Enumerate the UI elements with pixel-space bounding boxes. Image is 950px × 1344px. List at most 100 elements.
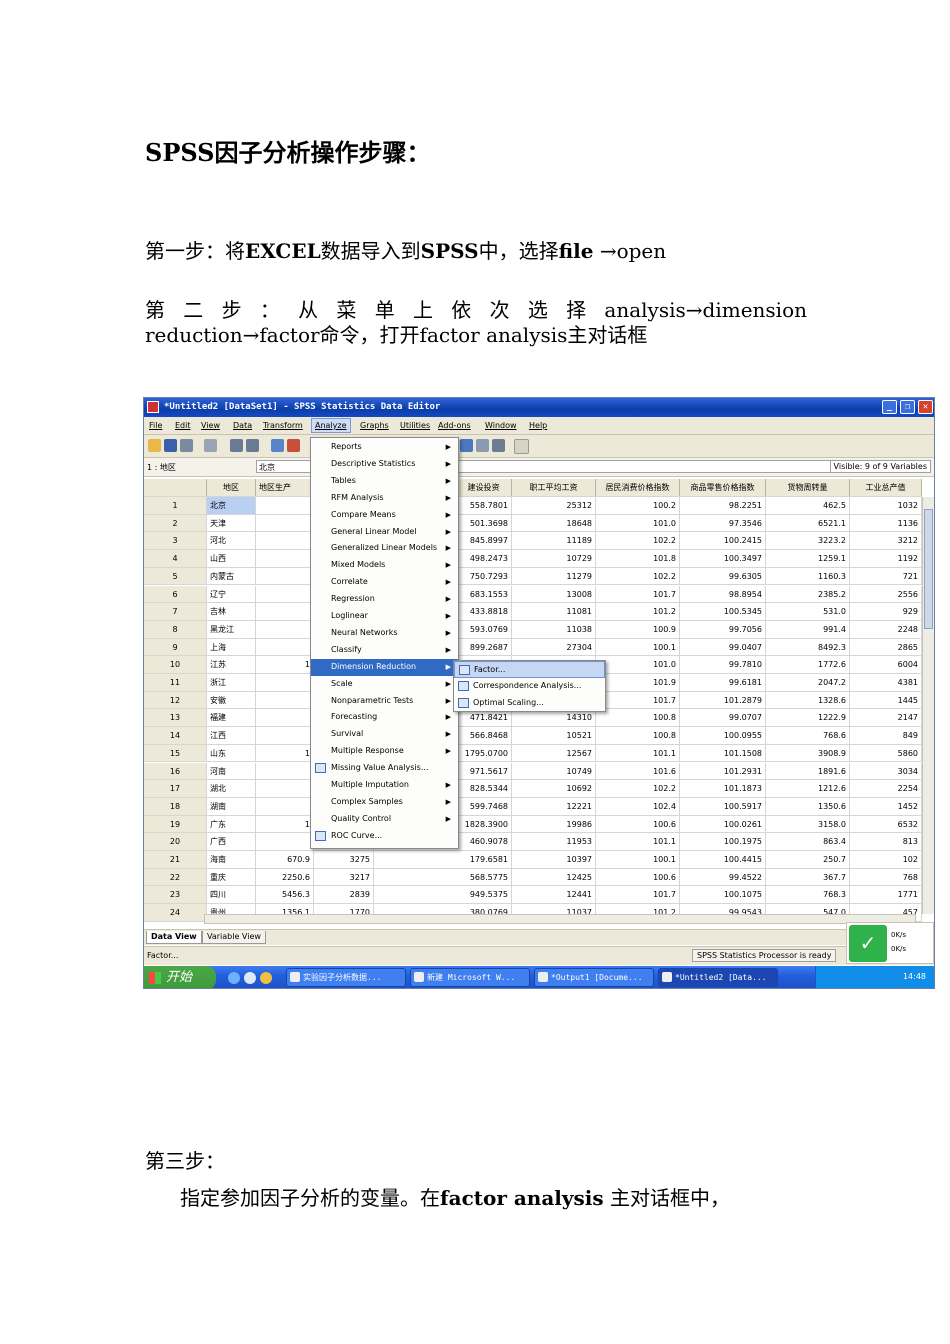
- table-cell[interactable]: 949.5375: [374, 886, 512, 904]
- table-cell[interactable]: 1259.1: [766, 550, 850, 567]
- table-cell[interactable]: 101.1508: [680, 744, 766, 762]
- table-cell[interactable]: [256, 497, 314, 514]
- table-cell[interactable]: 100.1: [596, 851, 680, 868]
- menu-analyze[interactable]: Analyze: [311, 418, 351, 433]
- table-cell[interactable]: 江苏: [207, 656, 256, 673]
- tab-variable-view[interactable]: Variable View: [202, 931, 266, 944]
- table-cell[interactable]: 1212.6: [766, 780, 850, 797]
- analyze-menu-item[interactable]: Multiple Response ▶: [311, 743, 458, 760]
- table-cell[interactable]: 99.0407: [680, 638, 766, 656]
- table-cell[interactable]: 101.2931: [680, 762, 766, 780]
- analyze-menu-item[interactable]: Complex Samples ▶: [311, 794, 458, 811]
- start-button[interactable]: 开始: [144, 966, 216, 988]
- column-header[interactable]: 商品零售价格指数: [680, 479, 766, 496]
- table-cell[interactable]: 100.2415: [680, 532, 766, 550]
- table-cell[interactable]: 99.0707: [680, 709, 766, 727]
- table-cell[interactable]: 100.9: [596, 620, 680, 638]
- table-cell[interactable]: 768.3: [766, 886, 850, 904]
- table-cell[interactable]: [256, 550, 314, 567]
- table-cell[interactable]: 4381: [850, 674, 922, 691]
- table-cell[interactable]: 101.1873: [680, 780, 766, 797]
- quicklaunch-icon[interactable]: [244, 972, 256, 984]
- goto-variable-icon[interactable]: [287, 439, 300, 452]
- table-cell[interactable]: 福建: [207, 709, 256, 727]
- row-number[interactable]: 11: [144, 674, 207, 691]
- table-cell[interactable]: 2839: [314, 886, 374, 904]
- menu-item-optimal-scaling[interactable]: Optimal Scaling...: [454, 695, 605, 712]
- menu-window[interactable]: Window: [485, 421, 517, 430]
- table-cell[interactable]: 1032: [850, 497, 922, 514]
- table-cell[interactable]: 2556: [850, 585, 922, 603]
- redo-icon[interactable]: [246, 439, 259, 452]
- table-cell[interactable]: [256, 780, 314, 797]
- table-cell[interactable]: 179.6581: [374, 851, 512, 868]
- table-cell[interactable]: 849: [850, 727, 922, 744]
- close-button[interactable]: ✕: [918, 400, 933, 414]
- table-cell[interactable]: 山西: [207, 550, 256, 567]
- table-cell[interactable]: [256, 532, 314, 550]
- analyze-menu-item[interactable]: Tables ▶: [311, 473, 458, 490]
- table-cell[interactable]: 462.5: [766, 497, 850, 514]
- table-cell[interactable]: 768: [850, 868, 922, 886]
- table-cell[interactable]: 101.1: [596, 744, 680, 762]
- table-cell[interactable]: 101.7: [596, 886, 680, 904]
- row-number[interactable]: 4: [144, 550, 207, 567]
- analyze-menu-item[interactable]: Dimension Reduction ▶: [311, 658, 458, 676]
- table-cell[interactable]: 2248: [850, 620, 922, 638]
- table-cell[interactable]: 99.4522: [680, 868, 766, 886]
- task-button[interactable]: 实验因子分析数据...: [286, 968, 406, 987]
- table-cell[interactable]: 100.3497: [680, 550, 766, 567]
- select-cases-icon[interactable]: [476, 439, 489, 452]
- table-cell[interactable]: 12221: [512, 797, 596, 815]
- open-icon[interactable]: [148, 439, 161, 452]
- menu-item-correspondence[interactable]: Correspondence Analysis...: [454, 678, 605, 695]
- table-cell[interactable]: 2865: [850, 638, 922, 656]
- table-cell[interactable]: 12425: [512, 868, 596, 886]
- table-cell[interactable]: 101.0: [596, 656, 680, 673]
- table-cell[interactable]: 12441: [512, 886, 596, 904]
- table-cell[interactable]: 768.6: [766, 727, 850, 744]
- undo-icon[interactable]: [230, 439, 243, 452]
- table-cell[interactable]: 1160.3: [766, 567, 850, 585]
- table-cell[interactable]: 101.9: [596, 674, 680, 691]
- table-cell[interactable]: 102.4: [596, 797, 680, 815]
- analyze-menu-item[interactable]: General Linear Model ▶: [311, 524, 458, 541]
- table-cell[interactable]: 1772.6: [766, 656, 850, 673]
- table-cell[interactable]: 11953: [512, 833, 596, 850]
- table-cell[interactable]: 1136: [850, 514, 922, 532]
- menu-data[interactable]: Data: [233, 421, 252, 430]
- table-cell[interactable]: 5860: [850, 744, 922, 762]
- table-cell[interactable]: 100.8: [596, 727, 680, 744]
- table-cell[interactable]: 100.0955: [680, 727, 766, 744]
- table-cell[interactable]: 1: [256, 656, 314, 673]
- table-cell[interactable]: 100.1075: [680, 886, 766, 904]
- quicklaunch-icon[interactable]: [260, 972, 272, 984]
- row-number[interactable]: 23: [144, 886, 207, 904]
- table-cell[interactable]: 6521.1: [766, 514, 850, 532]
- menu-graphs[interactable]: Graphs: [360, 421, 389, 430]
- table-cell[interactable]: 辽宁: [207, 585, 256, 603]
- table-cell[interactable]: [256, 709, 314, 727]
- analyze-menu-item[interactable]: Forecasting ▶: [311, 709, 458, 726]
- table-cell[interactable]: 3223.2: [766, 532, 850, 550]
- table-cell[interactable]: 1: [256, 815, 314, 833]
- table-cell[interactable]: 3034: [850, 762, 922, 780]
- table-cell[interactable]: 6532: [850, 815, 922, 833]
- row-number[interactable]: 14: [144, 727, 207, 744]
- table-cell[interactable]: 100.1: [596, 638, 680, 656]
- tab-data-view[interactable]: Data View: [146, 931, 202, 944]
- table-cell[interactable]: 安徽: [207, 691, 256, 709]
- table-cell[interactable]: 101.0: [596, 514, 680, 532]
- menu-file[interactable]: File: [149, 421, 162, 430]
- analyze-menu-item[interactable]: Mixed Models ▶: [311, 557, 458, 574]
- restore-button[interactable]: ❐: [900, 400, 915, 414]
- column-header[interactable]: 地区: [207, 479, 256, 496]
- table-cell[interactable]: 11081: [512, 603, 596, 620]
- table-cell[interactable]: 四川: [207, 886, 256, 904]
- table-cell[interactable]: 上海: [207, 638, 256, 656]
- table-cell[interactable]: 北京: [207, 497, 256, 514]
- table-cell[interactable]: 1452: [850, 797, 922, 815]
- table-cell[interactable]: 10397: [512, 851, 596, 868]
- table-cell[interactable]: 97.3546: [680, 514, 766, 532]
- table-cell[interactable]: 100.0261: [680, 815, 766, 833]
